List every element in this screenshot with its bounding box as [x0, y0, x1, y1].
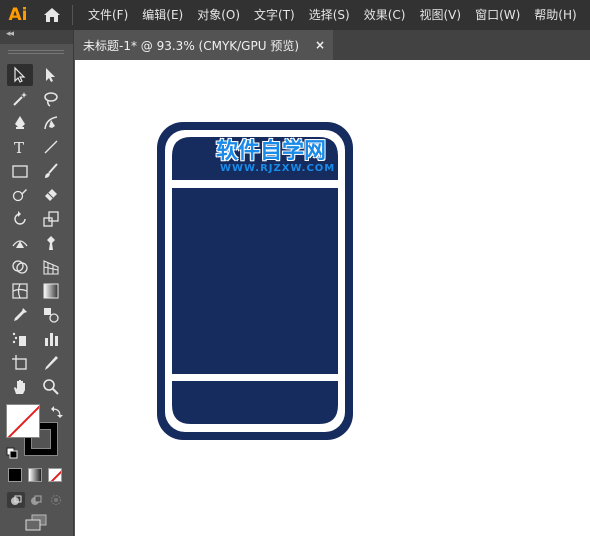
- draw-inside-icon[interactable]: [48, 492, 64, 508]
- menu-object[interactable]: 对象(O): [190, 0, 247, 30]
- pen-tool-icon[interactable]: [7, 112, 33, 134]
- column-graph-tool-icon[interactable]: [38, 328, 64, 350]
- menu-separator: [72, 5, 73, 25]
- tools-panel: ◂◂ T: [0, 29, 74, 536]
- document-tab-bar: 未标题-1* @ 93.3% (CMYK/GPU 预览) ×: [75, 30, 590, 60]
- type-tool-icon[interactable]: T: [7, 136, 33, 158]
- menu-select[interactable]: 选择(S): [302, 0, 357, 30]
- document-tab[interactable]: 未标题-1* @ 93.3% (CMYK/GPU 预览) ×: [75, 30, 333, 60]
- curvature-tool-icon[interactable]: [38, 112, 64, 134]
- none-fill-indicator: [7, 405, 39, 437]
- swap-fill-stroke-icon[interactable]: [50, 404, 64, 418]
- artboard-canvas[interactable]: 软件自学网 WWW.RJZXW.COM: [75, 60, 590, 536]
- phone-artwork[interactable]: [75, 60, 590, 536]
- watermark-url: WWW.RJZXW.COM: [220, 163, 336, 174]
- mesh-tool-icon[interactable]: [7, 280, 33, 302]
- blend-tool-icon[interactable]: [38, 304, 64, 326]
- slice-tool-icon[interactable]: [38, 352, 64, 374]
- watermark-title: 软件自学网: [216, 139, 327, 164]
- close-tab-icon[interactable]: ×: [315, 38, 325, 52]
- line-segment-tool-icon[interactable]: [38, 136, 64, 158]
- tools-panel-header: ◂◂: [0, 29, 73, 44]
- menu-bar: Ai 文件(F) 编辑(E) 对象(O) 文字(T) 选择(S) 效果(C) 视…: [0, 0, 590, 30]
- eyedropper-tool-icon[interactable]: [7, 304, 33, 326]
- menu-effect[interactable]: 效果(C): [357, 0, 413, 30]
- fill-swatch[interactable]: [6, 404, 40, 438]
- illustrator-window: Ai 文件(F) 编辑(E) 对象(O) 文字(T) 选择(S) 效果(C) 视…: [0, 0, 590, 536]
- phone-screen-section[interactable]: [172, 188, 338, 374]
- paintbrush-tool-icon[interactable]: [38, 160, 64, 182]
- puppet-warp-tool-icon[interactable]: [38, 232, 64, 254]
- menu-file[interactable]: 文件(F): [81, 0, 135, 30]
- menu-view[interactable]: 视图(V): [412, 0, 468, 30]
- menu-help[interactable]: 帮助(H): [527, 0, 583, 30]
- scale-tool-icon[interactable]: [38, 208, 64, 230]
- gradient-tool-icon[interactable]: [38, 280, 64, 302]
- zoom-tool-icon[interactable]: [38, 376, 64, 398]
- draw-behind-icon[interactable]: [28, 492, 44, 508]
- collapse-panel-icon[interactable]: ◂◂: [6, 29, 14, 39]
- rotate-tool-icon[interactable]: [7, 208, 33, 230]
- menu-window[interactable]: 窗口(W): [468, 0, 527, 30]
- document-tab-title: 未标题-1* @ 93.3% (CMYK/GPU 预览): [83, 38, 300, 53]
- svg-text:T: T: [14, 139, 24, 156]
- symbol-sprayer-tool-icon[interactable]: [7, 328, 33, 350]
- eraser-tool-icon[interactable]: [38, 184, 64, 206]
- panel-grip[interactable]: [8, 50, 64, 54]
- lasso-tool-icon[interactable]: [38, 88, 64, 110]
- home-icon[interactable]: [36, 0, 68, 30]
- menu-type[interactable]: 文字(T): [247, 0, 302, 30]
- none-mode-button[interactable]: [48, 468, 62, 482]
- menu-edit[interactable]: 编辑(E): [135, 0, 190, 30]
- app-logo: Ai: [8, 5, 28, 25]
- color-mode-button[interactable]: [8, 468, 22, 482]
- screen-mode-icon[interactable]: [24, 514, 48, 532]
- selection-tool-icon[interactable]: [7, 64, 33, 86]
- width-tool-icon[interactable]: [7, 232, 33, 254]
- shape-builder-tool-icon[interactable]: [7, 256, 33, 278]
- artboard-tool-icon[interactable]: [7, 352, 33, 374]
- phone-bottom-section[interactable]: [172, 381, 338, 424]
- perspective-grid-tool-icon[interactable]: [38, 256, 64, 278]
- draw-normal-icon[interactable]: [7, 492, 25, 508]
- rectangle-tool-icon[interactable]: [7, 160, 33, 182]
- magic-wand-tool-icon[interactable]: [7, 88, 33, 110]
- shaper-tool-icon[interactable]: [7, 184, 33, 206]
- hand-tool-icon[interactable]: [7, 376, 33, 398]
- default-fill-stroke-icon[interactable]: [6, 444, 18, 459]
- direct-selection-tool-icon[interactable]: [38, 64, 64, 86]
- gradient-mode-button[interactable]: [28, 468, 42, 482]
